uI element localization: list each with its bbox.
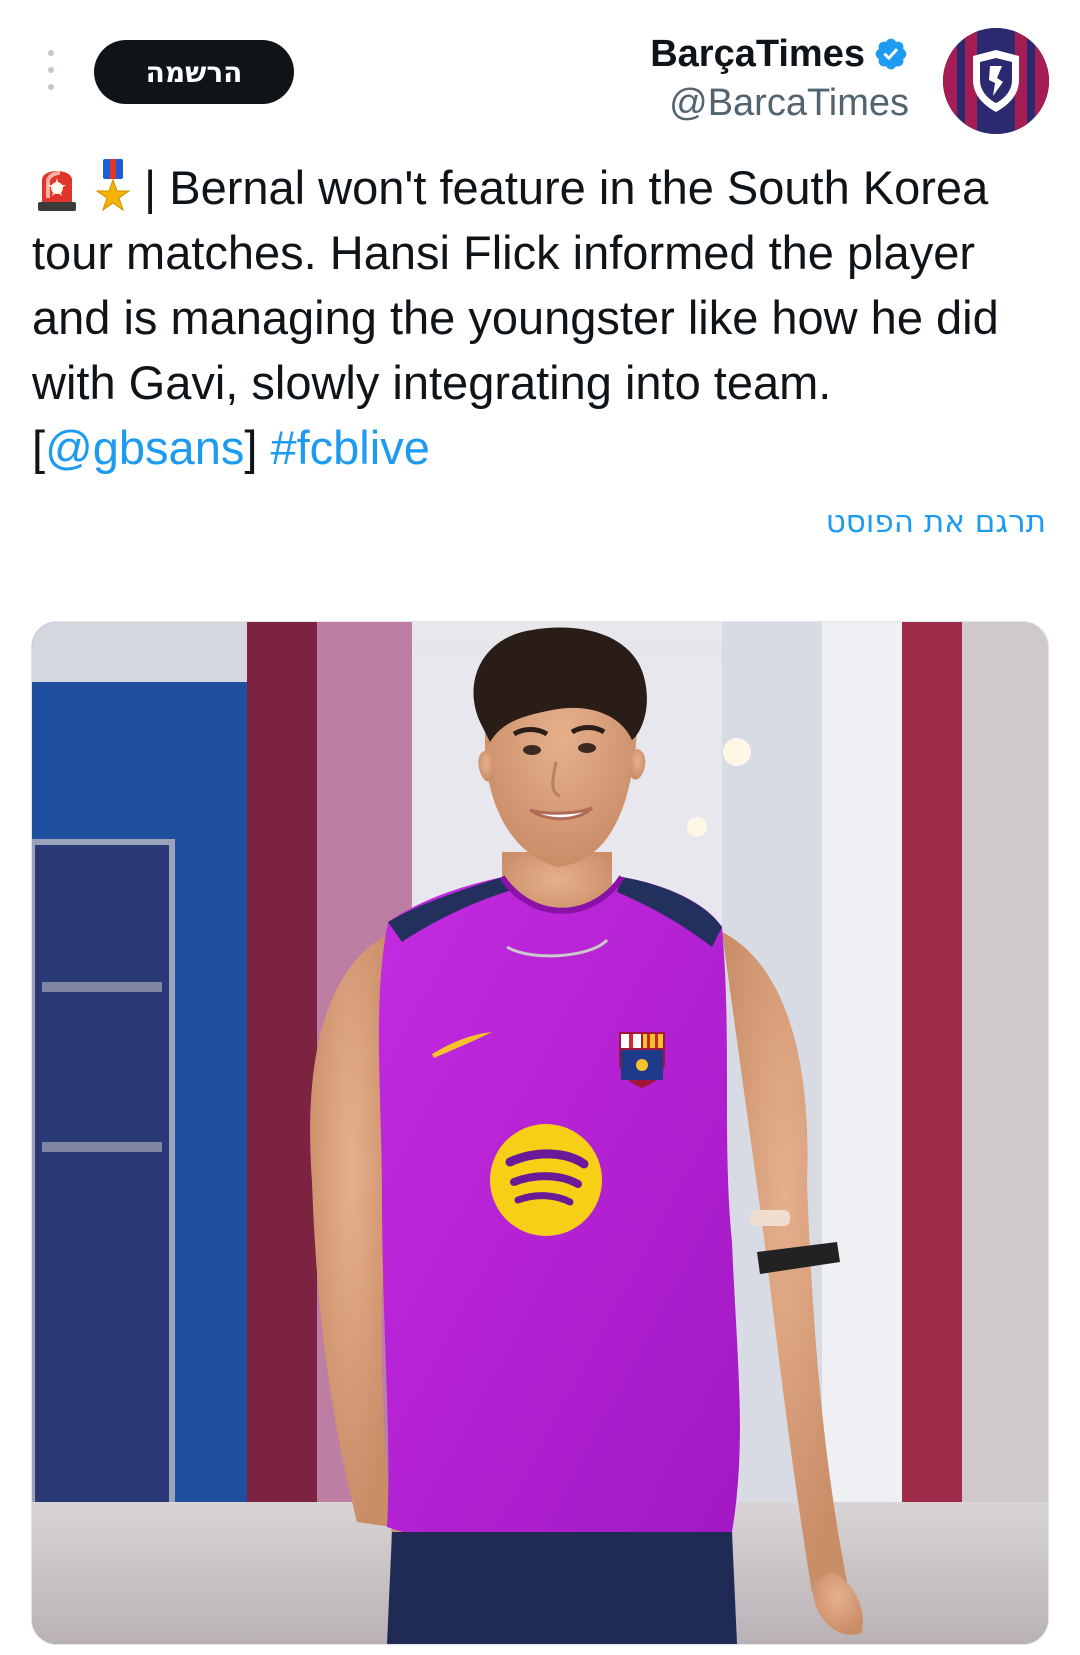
subscribe-button[interactable]: הרשמה <box>94 40 294 104</box>
more-dot <box>48 50 54 56</box>
tweet-body-between: ] <box>244 421 271 474</box>
military-medal-icon <box>88 158 138 212</box>
more-dot <box>48 67 54 73</box>
verified-badge-icon <box>875 38 907 70</box>
barcatimes-logo-icon <box>943 28 1049 134</box>
police-light-icon <box>32 158 82 212</box>
translate-post-link[interactable]: תרגם את הפוסט <box>826 504 1046 540</box>
author-name-row: BarçaTimes <box>650 28 909 80</box>
more-dot <box>48 84 54 90</box>
mention-link[interactable]: @gbsans <box>45 421 244 474</box>
tweet-text: | Bernal won't feature in the South Kore… <box>32 155 1052 480</box>
author-info[interactable]: BarçaTimes @BarcaTimes <box>650 28 909 125</box>
hashtag-link[interactable]: #fcblive <box>270 421 429 474</box>
avatar[interactable] <box>943 28 1049 134</box>
more-options-icon[interactable] <box>44 50 58 90</box>
player-photo <box>32 622 1048 1644</box>
author-name[interactable]: BarçaTimes <box>650 33 865 76</box>
author-handle[interactable]: @BarcaTimes <box>650 82 909 125</box>
post-image[interactable] <box>31 621 1049 1645</box>
